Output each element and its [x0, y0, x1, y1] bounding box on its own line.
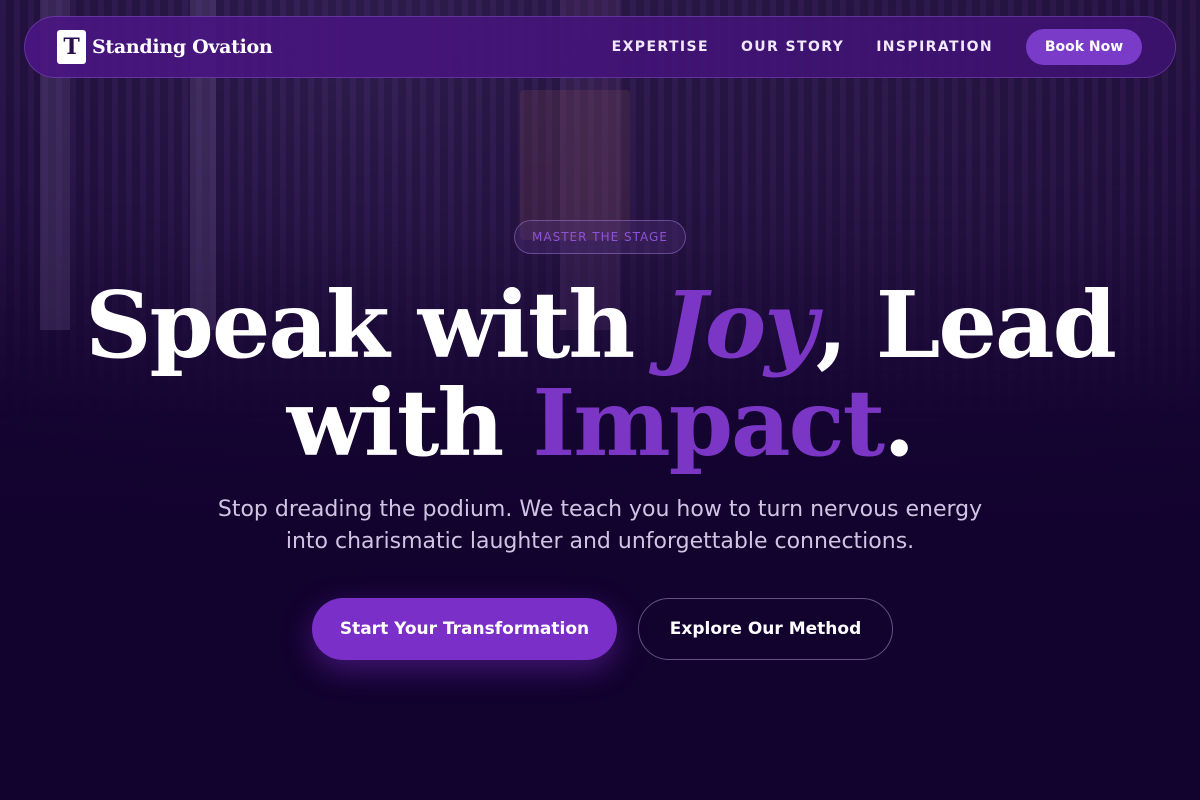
hero-cta-group: Start Your Transformation Explore Our Me…: [312, 598, 893, 660]
hero-subtitle: Stop dreading the podium. We teach you h…: [217, 497, 983, 554]
navbar: T Standing Ovation EXPERTISE OUR STORY I…: [24, 16, 1176, 78]
nav-link-inspiration[interactable]: INSPIRATION: [876, 39, 993, 55]
hero-tag-badge: MASTER THE STAGE: [514, 220, 686, 254]
headline-accent-joy: Joy: [663, 271, 817, 379]
nav-link-our-story[interactable]: OUR STORY: [741, 39, 844, 55]
hero-headline: Speak with Joy, Lead with Impact.: [0, 276, 1200, 472]
stage-backdrop: [520, 90, 630, 240]
nav-links: EXPERTISE OUR STORY INSPIRATION Book Now: [612, 29, 1142, 65]
logo-icon: T: [57, 30, 86, 64]
brand-name: Standing Ovation: [92, 36, 273, 58]
nav-link-expertise[interactable]: EXPERTISE: [612, 39, 709, 55]
headline-text: , Lead: [815, 271, 1117, 379]
headline-text: Speak with: [85, 271, 664, 379]
book-now-button[interactable]: Book Now: [1026, 29, 1142, 65]
brand-logo-link[interactable]: T Standing Ovation: [57, 30, 273, 64]
headline-text: with: [286, 369, 533, 477]
explore-method-button[interactable]: Explore Our Method: [638, 598, 893, 660]
start-transformation-button[interactable]: Start Your Transformation: [312, 598, 617, 660]
headline-period: .: [883, 369, 915, 477]
headline-accent-impact: Impact: [532, 369, 885, 477]
